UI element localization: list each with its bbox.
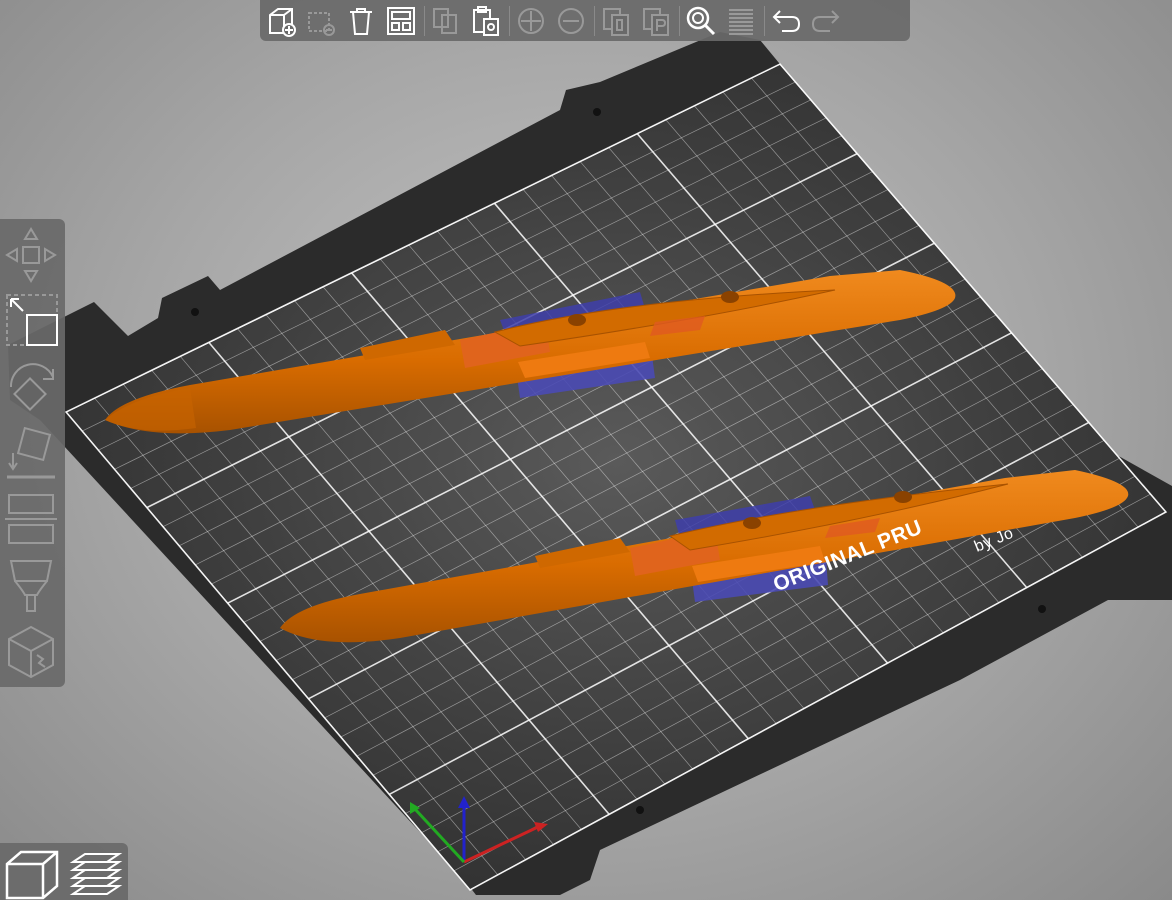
seam-painting-tool-button[interactable] [2,619,60,683]
toolbar-separator [764,5,765,36]
layers-editing-icon [729,8,753,35]
redo-button[interactable] [809,4,843,38]
delete-all-button[interactable] [344,4,378,38]
3d-viewport[interactable] [0,0,1172,900]
cut-tool-button[interactable] [2,487,60,551]
place-on-face-tool-button[interactable] [2,421,60,485]
copy-icon [433,7,457,34]
redo-icon [811,9,840,32]
seam-painting-icon [8,625,54,679]
gizmo-toolbar [0,219,65,687]
delete-all-icon [350,7,372,35]
remove-instance-button[interactable] [554,4,588,38]
remove-instance-icon [558,7,584,34]
rod-hole [721,291,739,303]
delete-icon [308,11,335,36]
rotate-icon [9,363,54,411]
move-icon [5,227,57,283]
scale-icon [6,294,58,346]
place-on-face-icon [7,426,55,479]
add-instance-icon [518,7,544,34]
split-parts-button[interactable] [639,4,673,38]
paint-supports-icon [9,560,53,612]
rod-hole [568,314,586,326]
add-object-icon [269,7,296,37]
add-instance-button[interactable] [514,4,548,38]
print-bed-surface [66,64,1166,890]
scale-tool-button[interactable] [2,289,60,353]
preview-button[interactable] [64,847,124,900]
split-objects-button[interactable] [599,4,633,38]
arrange-icon [387,6,415,35]
split-objects-icon [603,7,629,36]
paste-icon [473,5,499,36]
arrange-button[interactable] [384,4,418,38]
move-tool-button[interactable] [2,223,60,287]
undo-icon [772,9,801,32]
add-object-button[interactable] [264,4,298,38]
bed-mount-hole [593,108,601,116]
split-parts-icon [643,7,669,36]
layers-editing-button[interactable] [724,4,758,38]
cut-icon [5,494,57,544]
3d-view-icon [5,850,59,899]
toolbar-separator [594,5,595,36]
undo-button[interactable] [769,4,803,38]
paste-button[interactable] [469,4,503,38]
paint-supports-tool-button[interactable] [2,553,60,617]
toolbar-separator [509,5,510,36]
bed-mount-hole [1038,605,1046,613]
view-switch [0,843,128,900]
main-toolbar [260,0,910,41]
bed-mount-hole [191,308,199,316]
search-button[interactable] [684,4,718,38]
toolbar-separator [424,5,425,36]
3d-view-button[interactable] [2,847,62,900]
delete-button[interactable] [304,4,338,38]
toolbar-separator [679,5,680,36]
rod-hole [743,517,761,529]
copy-button[interactable] [429,4,463,38]
bed-mount-hole [636,806,644,814]
search-icon [686,6,716,35]
layers-preview-icon [69,852,123,895]
rotate-tool-button[interactable] [2,355,60,419]
rod-hole [894,491,912,503]
